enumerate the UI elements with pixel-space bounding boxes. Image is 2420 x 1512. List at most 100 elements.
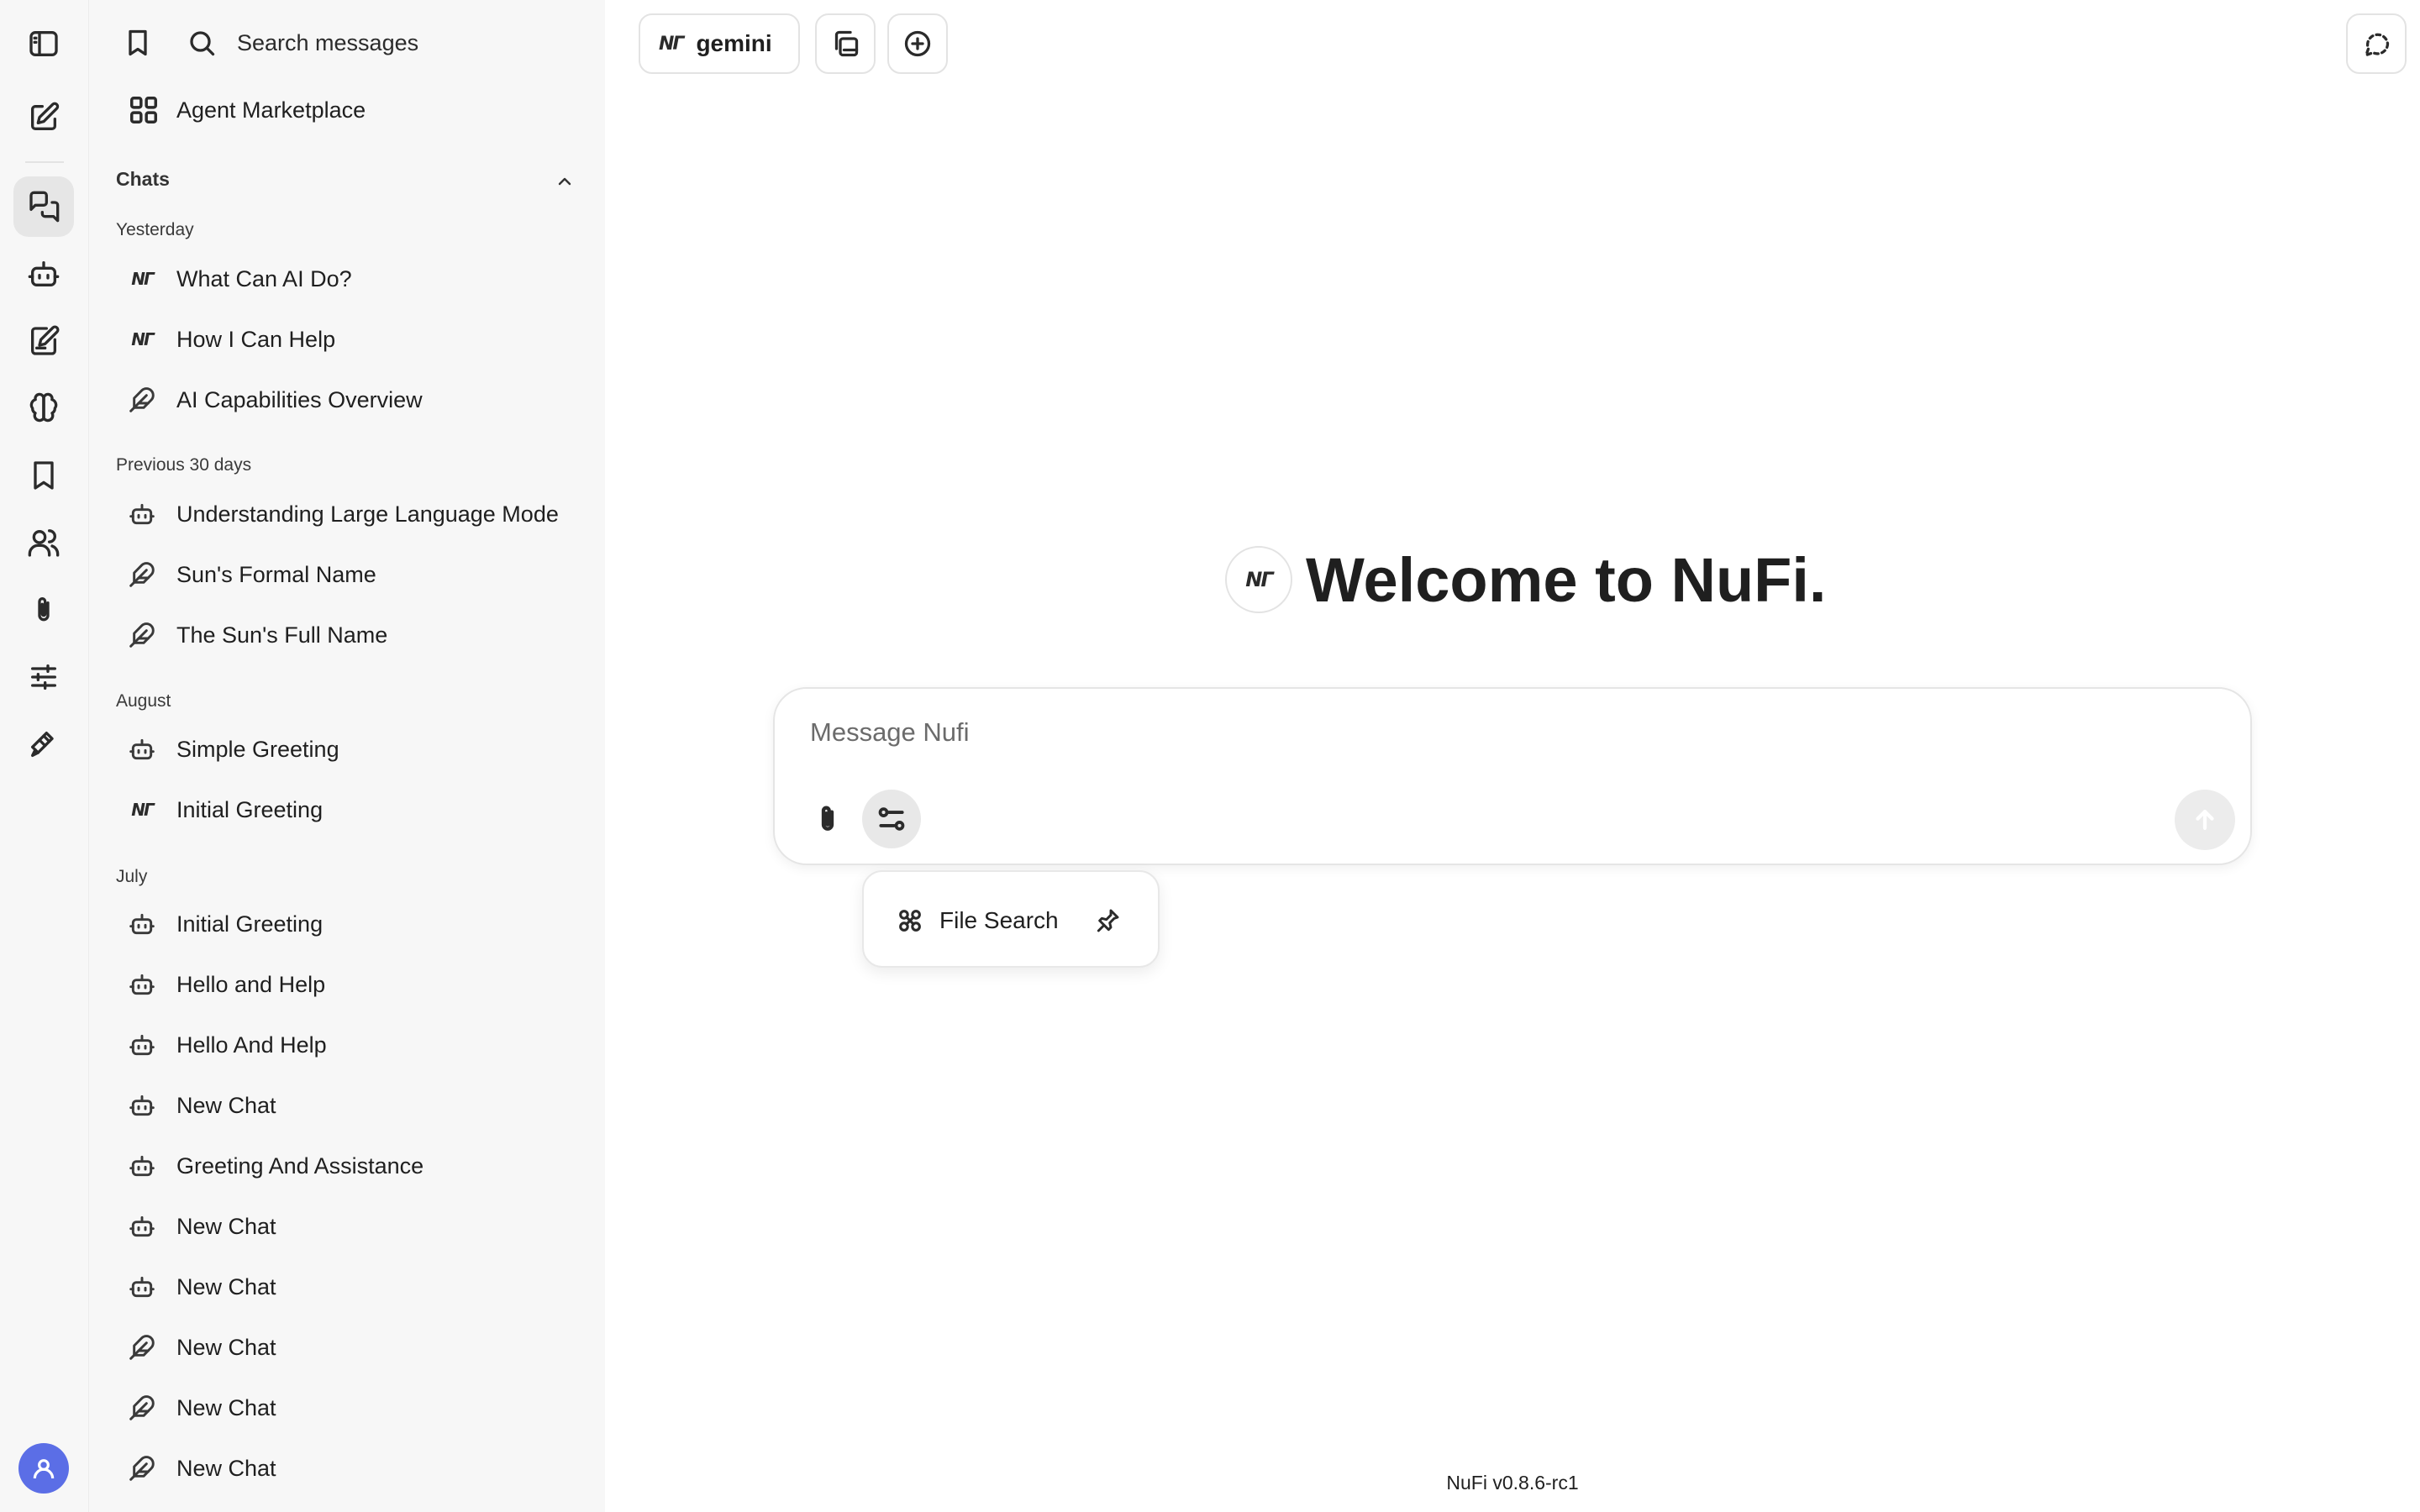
settings-sliders-icon[interactable] xyxy=(13,647,74,707)
copy-conversation-button[interactable] xyxy=(815,13,876,74)
chat-list-item-label: Initial Greeting xyxy=(176,911,324,937)
chat-list-item[interactable]: The Sun's Full Name xyxy=(123,610,576,660)
add-model-button[interactable] xyxy=(887,13,948,74)
chat-list-item[interactable]: Initial Greeting xyxy=(123,899,576,949)
bot-icon xyxy=(128,1152,156,1180)
feather-icon xyxy=(128,1333,156,1362)
feather-icon xyxy=(128,560,156,589)
chat-list-item[interactable]: New Chat xyxy=(123,1262,576,1312)
chat-list-item[interactable]: NΓ What Can AI Do? xyxy=(123,254,576,304)
file-search-option[interactable]: File Search xyxy=(896,902,1059,939)
users-icon[interactable] xyxy=(13,512,74,573)
copy-icon xyxy=(834,30,859,57)
chat-list-item[interactable]: New Chat xyxy=(123,1383,576,1433)
chat-group-label: Yesterday xyxy=(116,220,194,239)
chat-list-item[interactable]: AI Capabilities Overview xyxy=(123,375,576,425)
chat-list-item[interactable]: Understanding Large Language Mode xyxy=(123,489,576,539)
prompts-icon[interactable] xyxy=(13,311,74,371)
paperclip-icon xyxy=(821,806,834,831)
chat-list-item-label: Hello and Help xyxy=(176,971,326,997)
feather-icon xyxy=(128,1394,156,1422)
dashed-chat-icon xyxy=(2365,33,2390,57)
memory-icon[interactable] xyxy=(13,378,74,438)
nufi-logo-icon: NΓ xyxy=(131,800,155,820)
chat-list-item[interactable]: Simple Greeting xyxy=(123,724,576,774)
chat-list-item-label: Initial Greeting xyxy=(176,796,324,822)
chat-list-item-label: Greeting And Assistance xyxy=(176,1152,424,1179)
rail-divider xyxy=(25,161,64,163)
chats-icon[interactable] xyxy=(13,176,74,237)
send-button[interactable] xyxy=(2175,790,2235,850)
chat-list-item-label: Sun's Formal Name xyxy=(176,561,376,587)
file-search-icon xyxy=(899,910,921,932)
chat-list-item-label: Simple Greeting xyxy=(176,736,339,762)
model-label: gemini xyxy=(696,30,772,56)
plugins-icon[interactable] xyxy=(13,714,74,774)
chat-list-item-label: New Chat xyxy=(176,1394,276,1420)
file-search-label: File Search xyxy=(939,907,1059,933)
bot-icon xyxy=(128,910,156,938)
chat-list-item[interactable]: Sun's Formal Name xyxy=(123,549,576,600)
chat-list-item[interactable]: NΓ Initial Greeting xyxy=(123,785,576,835)
bot-icon xyxy=(128,1273,156,1301)
tools-popover: File Search xyxy=(862,870,1160,968)
feather-icon xyxy=(128,1454,156,1483)
chat-list-item[interactable]: NΓ How I Can Help xyxy=(123,314,576,365)
chat-list-item-label: New Chat xyxy=(176,1334,276,1360)
arrow-up-icon xyxy=(2196,809,2214,831)
chat-list-item[interactable]: Hello And Help xyxy=(123,1020,576,1070)
agent-marketplace-link[interactable]: Agent Marketplace xyxy=(128,91,366,129)
feather-icon xyxy=(128,621,156,649)
attachments-icon[interactable] xyxy=(13,580,74,640)
chat-list-item-label: What Can AI Do? xyxy=(176,265,352,291)
chat-list-item[interactable]: New Chat xyxy=(123,1080,576,1131)
chat-list-item-label: New Chat xyxy=(176,1213,276,1239)
chat-list-item[interactable]: Hello and Help xyxy=(123,959,576,1010)
tools-button[interactable] xyxy=(862,790,921,848)
user-avatar-icon[interactable] xyxy=(18,1443,69,1494)
welcome-title: Welcome to NuFi. xyxy=(1306,544,1827,615)
chat-list-item[interactable]: New Chat xyxy=(123,1201,576,1252)
grid-icon xyxy=(130,97,157,123)
icon-rail xyxy=(0,0,89,1512)
bookmarks-icon[interactable] xyxy=(13,445,74,506)
chat-group-label: Previous 30 days xyxy=(116,455,252,475)
nufi-logo-icon: NΓ xyxy=(1225,546,1292,613)
bookmark-icon[interactable] xyxy=(123,28,153,58)
agent-marketplace-label: Agent Marketplace xyxy=(176,97,366,123)
nufi-logo-icon: NΓ xyxy=(659,33,684,55)
welcome-heading: NΓ Welcome to NuFi. xyxy=(1225,544,1826,615)
chat-list-item-label: New Chat xyxy=(176,1455,276,1481)
search-row[interactable]: Search messages xyxy=(123,24,576,62)
chat-list-item-label: AI Capabilities Overview xyxy=(176,386,423,412)
nufi-logo-icon: NΓ xyxy=(131,329,155,349)
chat-list-item[interactable]: Greeting And Assistance xyxy=(123,1141,576,1191)
bot-icon xyxy=(128,1031,156,1059)
chat-list-item-label: New Chat xyxy=(176,1092,276,1118)
bot-icon xyxy=(128,735,156,764)
new-chat-icon[interactable] xyxy=(13,87,74,148)
temporary-chat-button[interactable] xyxy=(2346,13,2407,74)
message-input[interactable]: Message Nufi xyxy=(810,717,970,748)
sliders-icon xyxy=(878,807,905,831)
chat-list-item[interactable]: New Chat xyxy=(123,1322,576,1373)
nufi-logo-icon: NΓ xyxy=(131,269,155,289)
attach-file-button[interactable] xyxy=(798,790,857,848)
model-selector-button[interactable]: NΓ gemini xyxy=(639,13,800,74)
sidebar-toggle-icon[interactable] xyxy=(13,13,74,74)
bot-icon xyxy=(128,1212,156,1241)
chat-list-item-label: Understanding Large Language Mode xyxy=(176,501,559,527)
chat-list-item-label: How I Can Help xyxy=(176,326,336,352)
search-input[interactable]: Search messages xyxy=(237,30,418,56)
chat-sidebar: Search messages Agent Marketplace Chats … xyxy=(89,0,605,1512)
chat-list-item-label: Hello And Help xyxy=(176,1032,327,1058)
bot-icon xyxy=(128,970,156,999)
chevron-up-icon[interactable] xyxy=(555,171,575,192)
chats-section-title[interactable]: Chats xyxy=(116,168,170,191)
bot-icon xyxy=(128,500,156,528)
agents-icon[interactable] xyxy=(13,244,74,304)
feather-icon xyxy=(128,386,156,414)
message-composer[interactable]: Message Nufi xyxy=(773,687,2252,865)
chat-list-item[interactable]: New Chat xyxy=(123,1443,576,1494)
pin-icon[interactable] xyxy=(1091,904,1124,937)
